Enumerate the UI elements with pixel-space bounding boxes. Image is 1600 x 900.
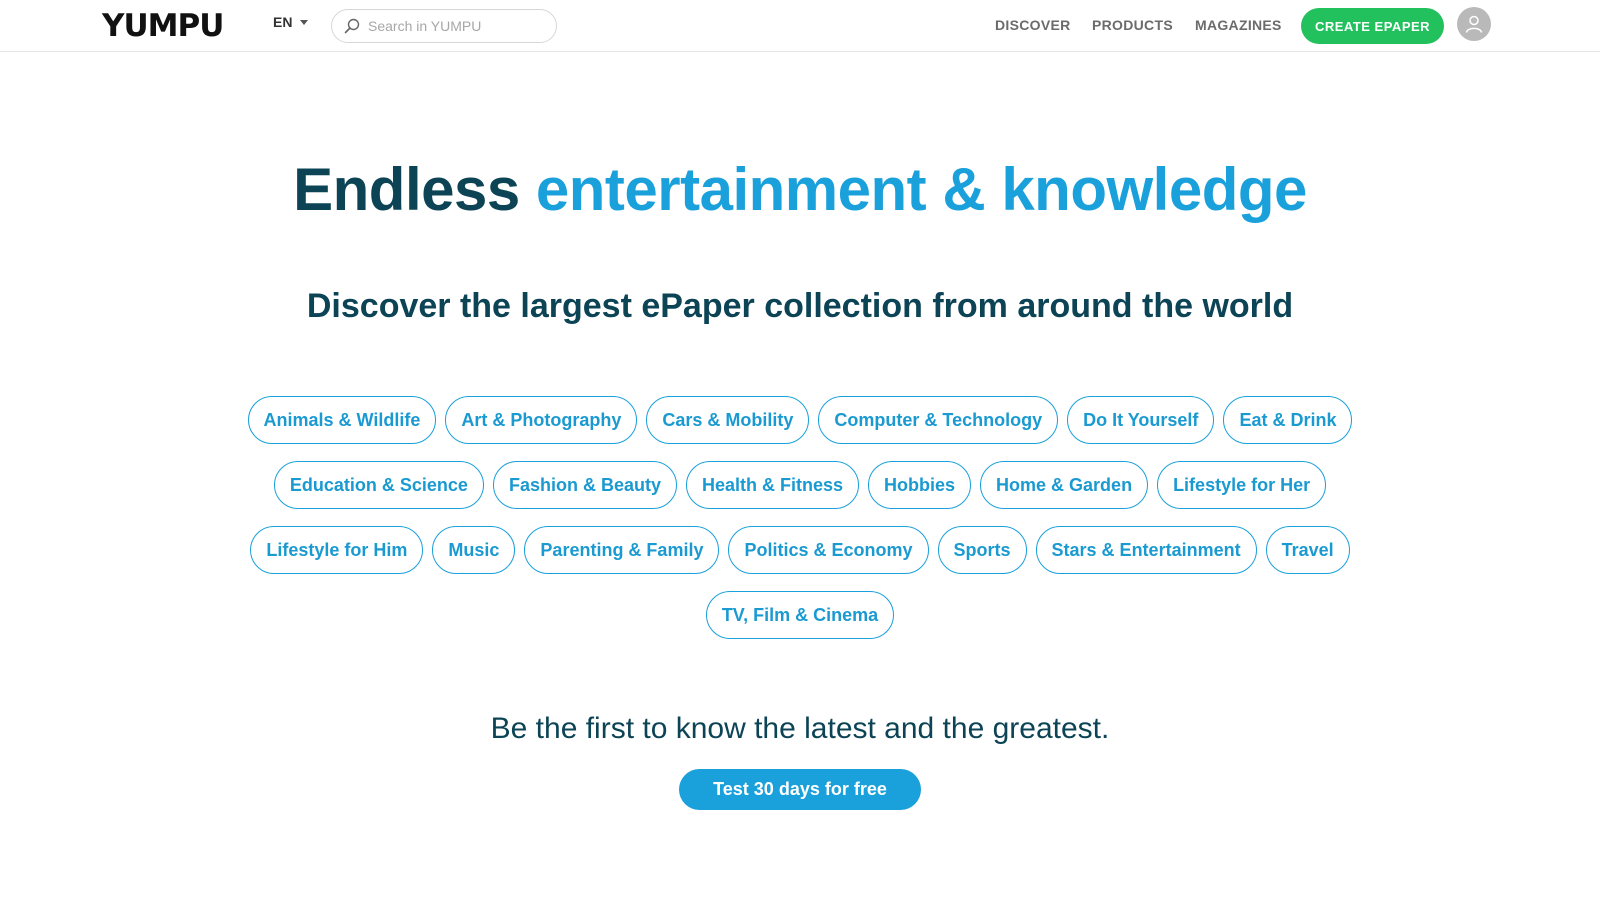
search-box[interactable] bbox=[331, 9, 557, 43]
category-lifestyle-for-him[interactable]: Lifestyle for Him bbox=[250, 526, 424, 574]
category-do-it-yourself[interactable]: Do It Yourself bbox=[1067, 396, 1215, 444]
category-travel[interactable]: Travel bbox=[1265, 526, 1350, 574]
category-fashion-beauty[interactable]: Fashion & Beauty bbox=[492, 461, 677, 509]
category-tv-film-cinema[interactable]: TV, Film & Cinema bbox=[705, 591, 895, 639]
category-eat-drink[interactable]: Eat & Drink bbox=[1223, 396, 1353, 444]
language-selector[interactable]: EN bbox=[273, 14, 309, 30]
category-art-photography[interactable]: Art & Photography bbox=[445, 396, 638, 444]
category-education-science[interactable]: Education & Science bbox=[273, 461, 484, 509]
site-header: YUMPU EN DISCOVER PRODUCTS MAGAZINES CRE… bbox=[0, 0, 1600, 52]
user-avatar[interactable] bbox=[1457, 7, 1491, 41]
category-home-garden[interactable]: Home & Garden bbox=[980, 461, 1149, 509]
category-cars-mobility[interactable]: Cars & Mobility bbox=[646, 396, 810, 444]
create-epaper-button[interactable]: CREATE EPAPER bbox=[1301, 8, 1444, 44]
category-animals-wildlife[interactable]: Animals & Wildlife bbox=[247, 396, 437, 444]
hero-subtitle: Discover the largest ePaper collection f… bbox=[306, 287, 1294, 325]
promo-tagline: Be the first to know the latest and the … bbox=[490, 712, 1110, 745]
search-input[interactable] bbox=[366, 17, 540, 35]
user-icon bbox=[1465, 15, 1483, 33]
language-label: EN bbox=[273, 14, 293, 30]
nav-products[interactable]: PRODUCTS bbox=[1092, 17, 1173, 33]
category-hobbies[interactable]: Hobbies bbox=[868, 461, 972, 509]
category-list: Animals & Wildlife Art & Photography Car… bbox=[200, 396, 1400, 639]
category-parenting-family[interactable]: Parenting & Family bbox=[524, 526, 720, 574]
category-lifestyle-for-her[interactable]: Lifestyle for Her bbox=[1157, 461, 1327, 509]
nav-magazines[interactable]: MAGAZINES bbox=[1195, 17, 1282, 33]
hero-title-dark: Endless bbox=[293, 156, 520, 223]
category-health-fitness[interactable]: Health & Fitness bbox=[685, 461, 860, 509]
category-computer-technology[interactable]: Computer & Technology bbox=[818, 396, 1059, 444]
yumpu-logo[interactable]: YUMPU bbox=[102, 6, 224, 46]
nav-discover[interactable]: DISCOVER bbox=[995, 17, 1071, 33]
hero-title-blue: entertainment & knowledge bbox=[535, 156, 1307, 223]
search-icon bbox=[344, 18, 360, 34]
category-stars-entertainment[interactable]: Stars & Entertainment bbox=[1035, 526, 1257, 574]
free-trial-button[interactable]: Test 30 days for free bbox=[679, 769, 921, 810]
hero-title: Endless entertainment & knowledge bbox=[0, 150, 1600, 230]
category-sports[interactable]: Sports bbox=[937, 526, 1027, 574]
caret-down-icon bbox=[300, 19, 309, 25]
category-politics-economy[interactable]: Politics & Economy bbox=[728, 526, 929, 574]
category-music[interactable]: Music bbox=[432, 526, 516, 574]
